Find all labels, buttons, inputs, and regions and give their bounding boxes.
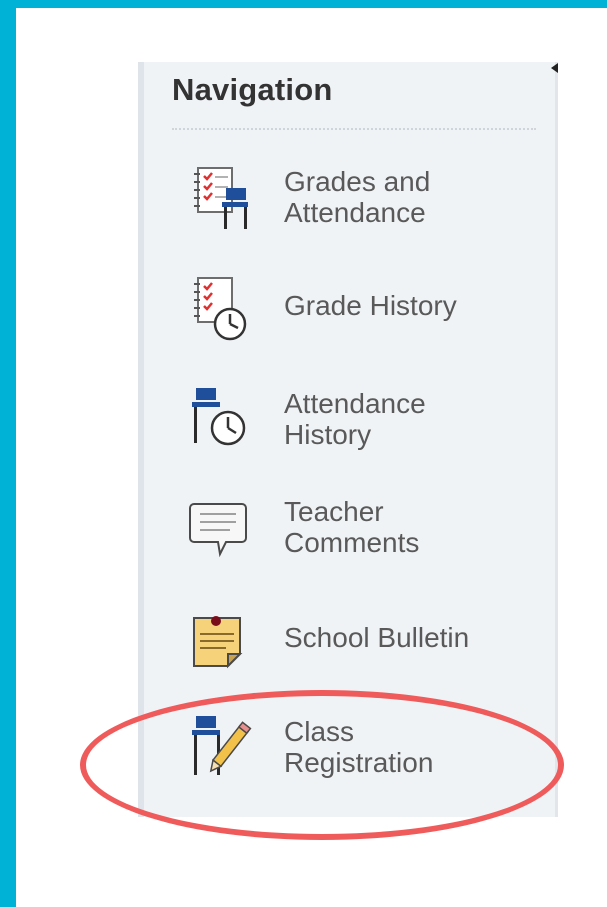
collapse-arrow-icon[interactable]	[551, 63, 558, 73]
nav-item-attendance-history[interactable]: Attendance History	[184, 384, 544, 464]
nav-item-label: Teacher Comments	[284, 496, 420, 558]
panel-edge	[555, 62, 558, 817]
nav-item-label: Attendance History	[284, 388, 426, 450]
class-registration-icon	[184, 712, 264, 792]
nav-item-class-registration[interactable]: Class Registration	[184, 712, 544, 792]
nav-item-label: Class Registration	[284, 716, 434, 778]
nav-item-school-bulletin[interactable]: School Bulletin	[184, 608, 544, 688]
nav-item-grade-history[interactable]: Grade History	[184, 272, 544, 352]
nav-item-grades-and-attendance[interactable]: Grades and Attendance	[184, 162, 544, 242]
nav-item-label: Grade History	[284, 290, 457, 321]
nav-item-label: School Bulletin	[284, 622, 470, 653]
nav-item-teacher-comments[interactable]: Teacher Comments	[184, 494, 544, 574]
attendance-history-icon	[184, 384, 264, 464]
grades-attendance-icon	[184, 162, 264, 242]
teacher-comments-icon	[184, 494, 264, 574]
nav-item-label: Grades and Attendance	[284, 166, 431, 228]
navigation-divider	[172, 128, 536, 130]
school-bulletin-icon	[184, 608, 264, 688]
navigation-panel: Navigation Grades and Attendance Grade H…	[138, 62, 558, 817]
grade-history-icon	[184, 272, 264, 352]
navigation-title: Navigation	[172, 72, 333, 107]
